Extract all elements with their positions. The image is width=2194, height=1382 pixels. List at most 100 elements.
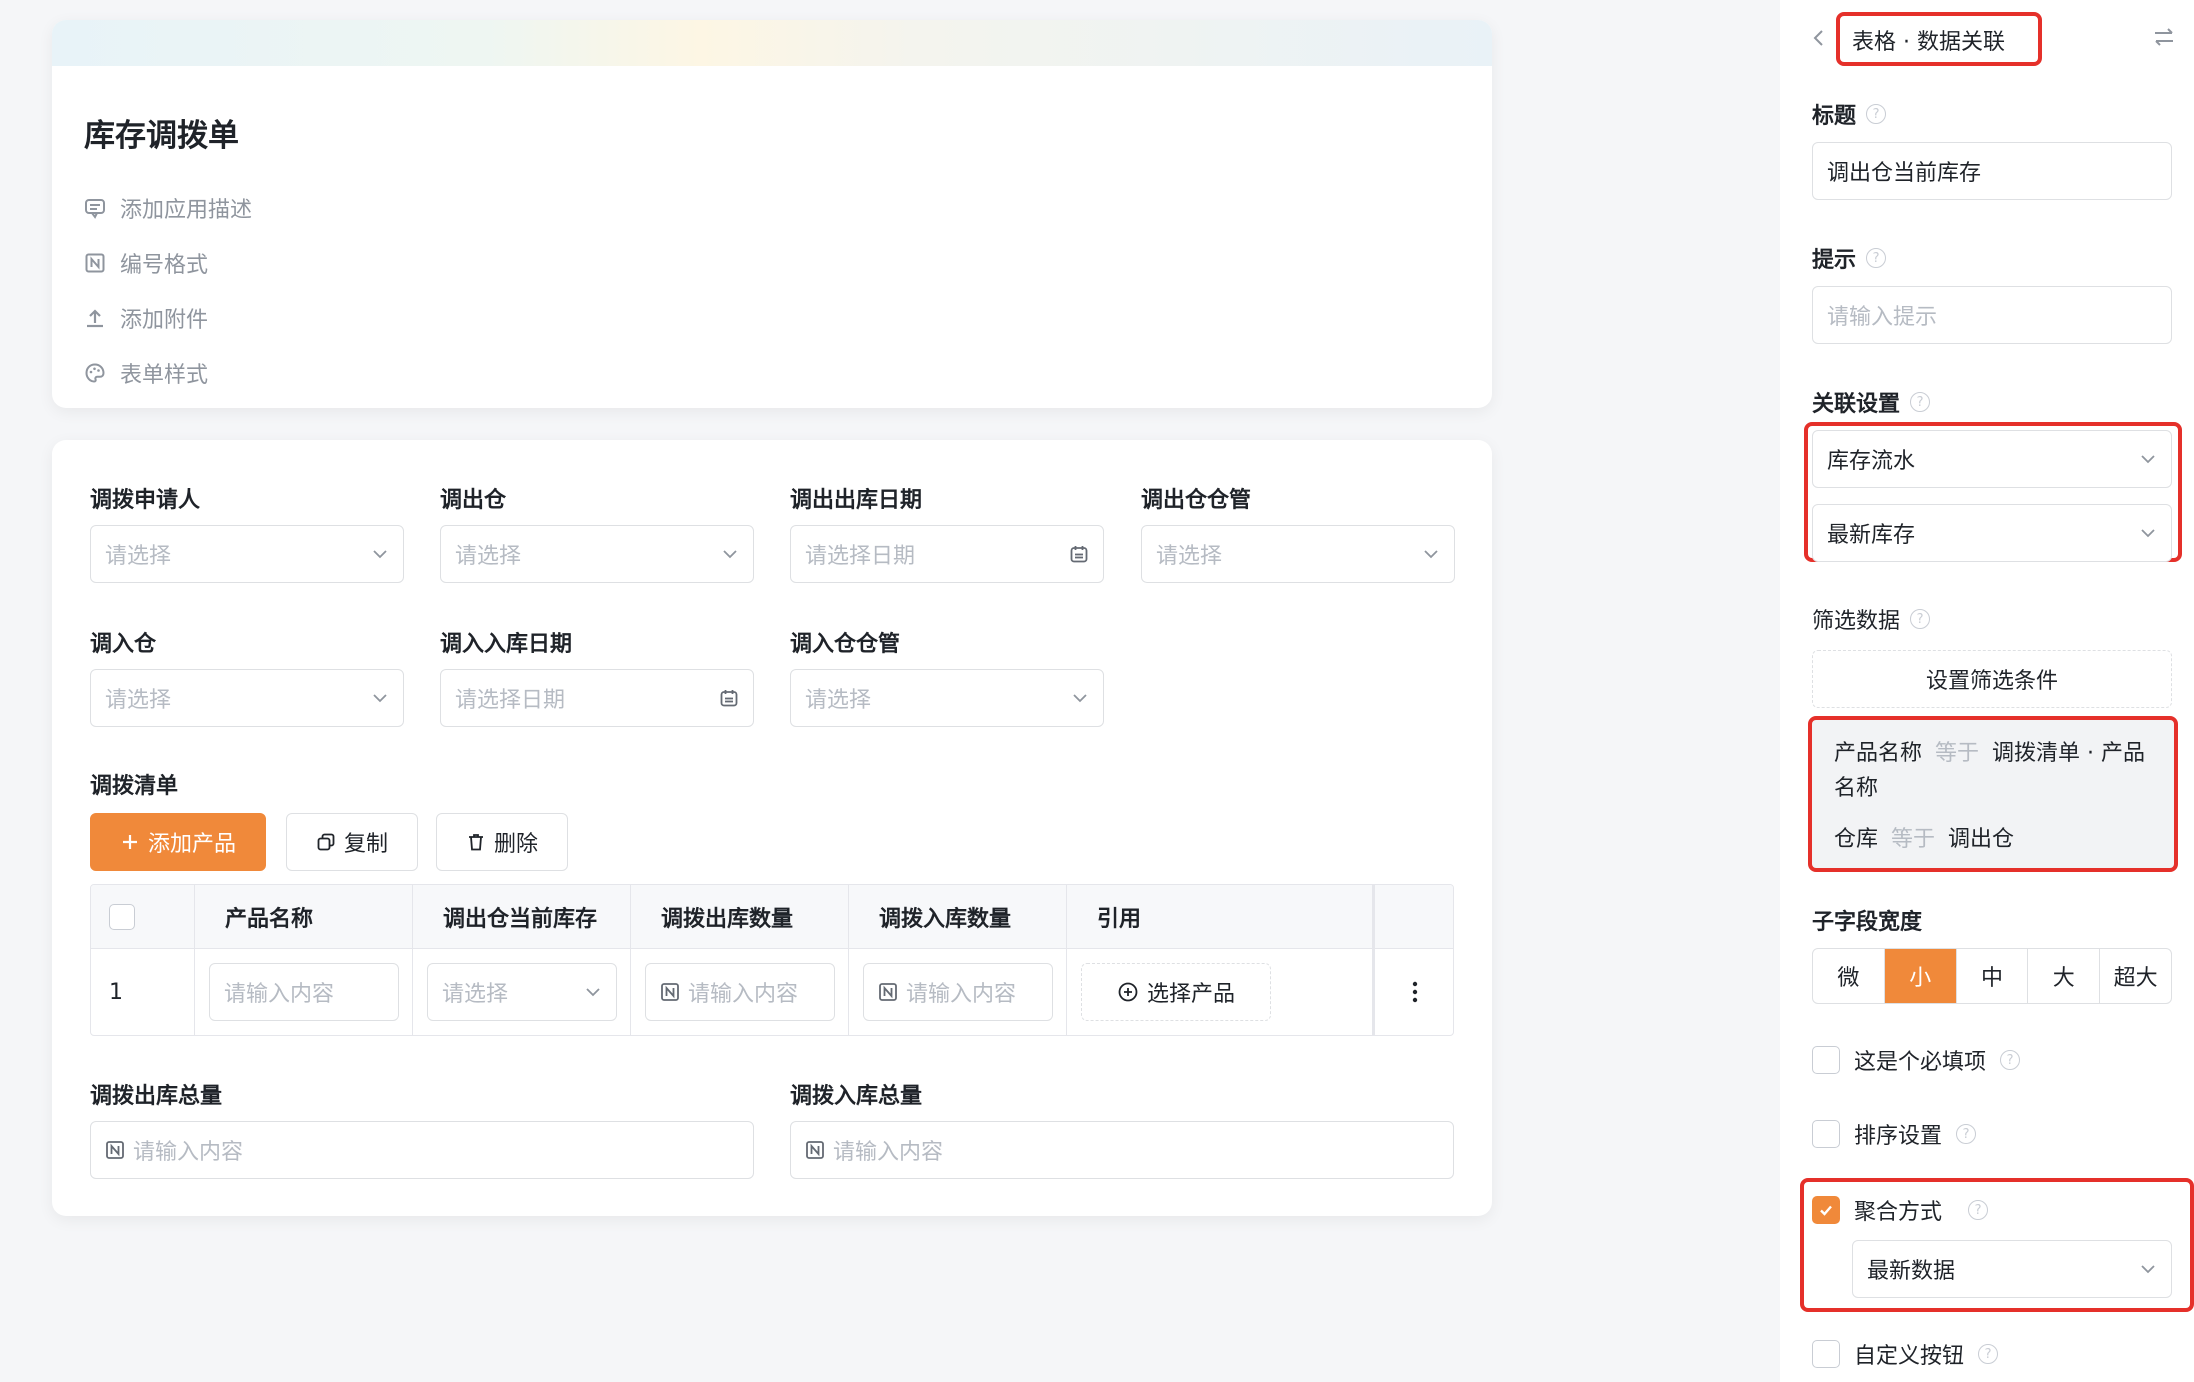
aggregate-select[interactable]: 最新数据: [1852, 1240, 2172, 1298]
required-checkbox[interactable]: [1812, 1046, 1840, 1074]
select-all-checkbox[interactable]: [109, 904, 135, 930]
help-icon[interactable]: ?: [1910, 609, 1931, 629]
custom-button-option[interactable]: 自定义按钮 ?: [1812, 1338, 1999, 1370]
row-index: 1: [91, 949, 195, 1035]
form-body-card: 调拨申请人 请选择 调出仓 请选择 调出出库日期 请选择日期 调出仓仓管 请选择…: [52, 440, 1492, 1216]
filter-setting-text: 筛选数据: [1812, 609, 1901, 634]
form-style-link[interactable]: 表单样式: [84, 357, 208, 389]
help-icon[interactable]: ?: [1978, 1344, 1999, 1364]
current-stock-cell: 请选择: [413, 949, 631, 1035]
filter-rule-field: 仓库: [1834, 827, 1879, 852]
in-date-picker[interactable]: 请选择日期: [440, 669, 754, 727]
sort-checkbox[interactable]: [1812, 1120, 1840, 1148]
product-name-placeholder: 请输入内容: [224, 982, 335, 1007]
filter-rule: 仓库 等于 调出仓: [1834, 822, 2154, 857]
form-style-label: 表单样式: [120, 363, 209, 388]
sort-label: 排序设置: [1854, 1124, 1943, 1149]
in-qty-cell: 请输入内容: [849, 949, 1067, 1035]
in-date-placeholder: 请选择日期: [455, 688, 566, 713]
product-name-input[interactable]: 请输入内容: [209, 963, 399, 1021]
custom-button-label: 自定义按钮: [1854, 1344, 1965, 1369]
width-option-large[interactable]: 大: [2028, 949, 2101, 1003]
help-icon[interactable]: ?: [1968, 1200, 1989, 1220]
col-current-stock[interactable]: 调出仓当前库存: [413, 885, 631, 949]
relation-field-value: 最新库存: [1827, 523, 1916, 548]
applicant-select[interactable]: 请选择: [90, 525, 404, 583]
add-attachment-link[interactable]: 添加附件: [84, 302, 208, 334]
copy-icon: [317, 833, 335, 851]
in-keeper-select[interactable]: 请选择: [790, 669, 1104, 727]
width-option-medium[interactable]: 中: [1957, 949, 2029, 1003]
out-date-picker[interactable]: 请选择日期: [790, 525, 1104, 583]
aggregate-value: 最新数据: [1867, 1259, 1956, 1284]
breadcrumb: 表格 · 数据关联: [1852, 30, 2005, 55]
required-option[interactable]: 这是个必填项 ?: [1812, 1044, 2021, 1076]
table-header-row: 产品名称 调出仓当前库存 调拨出库数量 调拨入库数量 引用: [91, 885, 1453, 949]
out-qty-cell: 请输入内容: [631, 949, 849, 1035]
add-product-button[interactable]: 添加产品: [90, 813, 266, 871]
relation-source-value: 库存流水: [1827, 449, 1916, 474]
number-icon: [106, 1141, 124, 1159]
in-qty-input[interactable]: 请输入内容: [863, 963, 1053, 1021]
help-icon[interactable]: ?: [1866, 104, 1887, 124]
out-total-input[interactable]: 请输入内容: [90, 1121, 754, 1179]
plus-icon: [122, 835, 137, 849]
copy-label: 复制: [343, 832, 388, 857]
in-total-placeholder: 请输入内容: [833, 1140, 944, 1165]
help-icon[interactable]: ?: [2000, 1050, 2021, 1070]
hint-input[interactable]: 请输入提示: [1812, 286, 2172, 344]
in-warehouse-label: 调入仓: [90, 632, 157, 657]
help-icon[interactable]: ?: [1910, 392, 1931, 412]
comment-icon: [85, 199, 105, 219]
help-icon[interactable]: ?: [1866, 248, 1887, 268]
width-option-micro[interactable]: 微: [1813, 949, 1885, 1003]
filter-setting-label: 筛选数据 ?: [1812, 603, 1931, 635]
chevron-down-icon: [1424, 550, 1438, 559]
chevron-down-icon: [373, 550, 387, 559]
out-qty-input[interactable]: 请输入内容: [645, 963, 835, 1021]
copy-button[interactable]: 复制: [286, 813, 418, 871]
aggregate-option[interactable]: 聚合方式 ?: [1812, 1194, 1989, 1226]
relation-setting-label: 关联设置 ?: [1812, 386, 1931, 418]
select-product-button[interactable]: 选择产品: [1081, 963, 1271, 1021]
out-keeper-label: 调出仓仓管: [1141, 488, 1252, 513]
back-button[interactable]: [1812, 27, 1826, 53]
out-keeper-select[interactable]: 请选择: [1141, 525, 1455, 583]
delete-button[interactable]: 删除: [436, 813, 568, 871]
switch-field-button[interactable]: [2152, 26, 2176, 52]
in-total-input[interactable]: 请输入内容: [790, 1121, 1454, 1179]
help-icon[interactable]: ?: [1956, 1124, 1977, 1144]
custom-button-checkbox[interactable]: [1812, 1340, 1840, 1368]
title-input[interactable]: 调出仓当前库存: [1812, 142, 2172, 200]
col-in-qty[interactable]: 调拨入库数量: [849, 885, 1067, 949]
in-total-label: 调拨入库总量: [790, 1084, 923, 1109]
width-option-small[interactable]: 小: [1884, 949, 1957, 1003]
more-vertical-icon: [1412, 981, 1418, 1003]
current-stock-placeholder: 请选择: [442, 982, 509, 1007]
row-more-button[interactable]: [1375, 949, 1453, 1035]
set-filter-button[interactable]: 设置筛选条件: [1812, 650, 2172, 708]
form-title[interactable]: 库存调拨单: [84, 110, 239, 155]
hint-setting-label: 提示 ?: [1812, 242, 1887, 274]
in-warehouse-select[interactable]: 请选择: [90, 669, 404, 727]
col-product-name[interactable]: 产品名称: [195, 885, 413, 949]
calendar-icon: [1070, 546, 1088, 563]
out-warehouse-select[interactable]: 请选择: [440, 525, 754, 583]
add-description-link[interactable]: 添加应用描述: [84, 192, 252, 224]
aggregate-checkbox[interactable]: [1812, 1196, 1840, 1224]
add-attachment-label: 添加附件: [120, 308, 209, 333]
relation-source-select[interactable]: 库存流水: [1812, 430, 2172, 488]
width-option-xlarge[interactable]: 超大: [2100, 949, 2171, 1003]
current-stock-select[interactable]: 请选择: [427, 963, 617, 1021]
col-out-qty[interactable]: 调拨出库数量: [631, 885, 849, 949]
number-format-label: 编号格式: [120, 253, 209, 278]
col-reference[interactable]: 引用: [1067, 885, 1375, 949]
sort-option[interactable]: 排序设置 ?: [1812, 1118, 1977, 1150]
delete-label: 删除: [493, 832, 538, 857]
plus-circle-icon: [1118, 982, 1138, 1002]
filter-rule-operator: 等于: [1891, 827, 1936, 852]
filter-rules-box[interactable]: 产品名称 等于 调拨清单 · 产品名称 仓库 等于 调出仓: [1808, 716, 2178, 872]
relation-field-select[interactable]: 最新库存: [1812, 504, 2172, 562]
required-label: 这是个必填项: [1854, 1050, 1987, 1075]
number-format-link[interactable]: 编号格式: [84, 247, 208, 279]
